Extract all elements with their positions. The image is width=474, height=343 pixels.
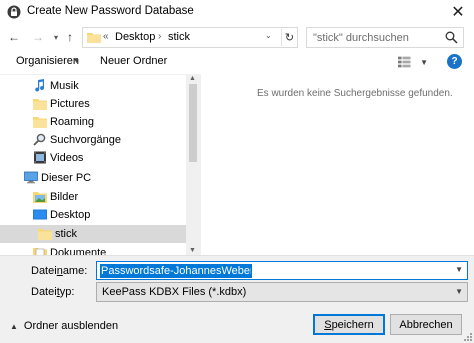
tree-item-label: Videos [50,152,84,164]
keepass-lock-icon [7,5,21,19]
up-button[interactable]: ↑ [62,28,78,46]
navigation-tree[interactable]: Musik Pictures Roaming Suchvorgänge Vide… [0,74,200,255]
folder-icon [87,33,101,43]
tree-item-dieser-pc[interactable]: Dieser PC [0,169,186,187]
folder-icon [33,117,47,128]
tree-item-label: Bilder [50,191,79,203]
videos-icon [34,151,46,164]
address-overflow[interactable]: « [103,31,109,42]
new-folder-button[interactable]: Neuer Ordner [100,55,167,67]
command-bar: Organisieren ▼ Neuer Ordner ▼ ? [0,51,474,73]
chevron-down-icon: ▼ [455,287,463,296]
tree-item-label: Dieser PC [41,172,92,184]
tree-item-label: Suchvorgänge [50,134,121,146]
folder-icon [38,229,52,240]
filename-label: Dateiname: [31,265,88,277]
tree-item-label: Dokumente [50,247,107,255]
chevron-down-icon: ▾ [53,32,58,42]
close-icon: ✕ [451,4,465,21]
tree-item-roaming[interactable]: Roaming [0,113,186,131]
search-folder-icon [33,133,46,146]
tree-item-label: Desktop [50,209,91,221]
tree-item-label: Pictures [50,98,90,110]
folder-icon [33,99,47,110]
tree-item-label: Roaming [50,116,95,128]
navigation-row: ← → ▾ ↑ « Desktop › stick ⌄ ↻ [0,24,474,50]
arrow-right-icon: → [32,30,44,44]
arrow-left-icon: ← [8,30,20,44]
chevron-up-icon: ▲ [10,321,18,331]
filetype-value: KeePass KDBX Files (*.kdbx) [102,286,247,298]
tree-scrollbar[interactable]: ▲ ▼ [186,74,200,255]
tree-item-label: stick [55,228,77,240]
music-icon [35,79,45,92]
tree-item-videos[interactable]: Videos [0,149,186,167]
address-dropdown-icon[interactable]: ⌄ [265,31,272,40]
documents-icon [33,248,47,255]
view-details-icon [398,56,411,68]
scroll-up-icon[interactable]: ▲ [189,75,196,82]
view-dropdown-icon[interactable]: ▼ [420,58,428,67]
tree-item-label: Musik [50,80,79,92]
refresh-button[interactable]: ↻ [281,29,297,46]
window-title: Create New Password Database [27,5,194,17]
tree-item-stick[interactable]: stick [0,225,186,243]
scrollbar-thumb[interactable] [189,84,197,162]
cancel-label: Abbrechen [399,318,453,331]
search-input[interactable] [313,30,441,45]
hide-folders-toggle[interactable]: ▲ Ordner ausblenden [10,320,118,332]
resize-grip-icon[interactable] [463,332,473,342]
refresh-icon: ↻ [284,32,295,44]
pictures-icon [33,192,47,203]
save-accelerator: S [324,318,332,331]
breadcrumb-stick[interactable]: stick [168,31,190,43]
file-list-pane[interactable]: Es wurden keine Suchergebnisse gefunden. [200,74,474,255]
empty-results-message: Es wurden keine Suchergebnisse gefunden. [257,88,453,99]
filetype-label: Dateityp: [31,286,75,298]
breadcrumb-separator[interactable]: › [158,31,161,42]
cancel-button[interactable]: Abbrechen [390,314,462,335]
arrow-up-icon: ↑ [67,30,73,44]
save-button[interactable]: Speichern [313,314,385,335]
tree-item-pictures[interactable]: Pictures [0,95,186,113]
help-button[interactable]: ? [447,54,462,69]
title-bar: Create New Password Database ✕ [0,0,474,24]
forward-button[interactable]: → [30,28,46,46]
view-options-button[interactable]: ▼ [398,54,428,70]
tree-item-desktop[interactable]: Desktop [0,206,186,224]
tree-item-suchvorgaenge[interactable]: Suchvorgänge [0,131,186,149]
close-button[interactable]: ✕ [442,0,474,24]
address-bar[interactable]: « Desktop › stick ⌄ ↻ [82,27,298,48]
filetype-select[interactable]: KeePass KDBX Files (*.kdbx) ▼ [96,282,468,302]
chevron-down-icon[interactable]: ▼ [455,265,463,274]
hide-folders-label: Ordner ausblenden [23,320,119,332]
breadcrumb-desktop[interactable]: Desktop [115,31,155,43]
tree-item-musik[interactable]: Musik [0,77,186,95]
save-label: peichern [331,318,374,331]
tree-item-bilder[interactable]: Bilder [0,188,186,206]
back-button[interactable]: ← [6,28,22,46]
tree-item-dokumente[interactable]: Dokumente [0,244,186,255]
organize-dropdown-icon[interactable]: ▼ [73,58,80,65]
filename-combobox[interactable]: ▼ [96,261,468,280]
search-icon [445,31,458,44]
scroll-down-icon[interactable]: ▼ [189,247,196,254]
desktop-icon [33,209,47,220]
filename-input[interactable] [100,264,252,278]
computer-icon [24,171,38,184]
search-box[interactable] [306,27,464,48]
help-icon: ? [451,56,458,67]
save-options-panel: Dateiname: ▼ Dateityp: KeePass KDBX File… [0,255,474,343]
organize-button[interactable]: Organisieren [16,55,79,67]
